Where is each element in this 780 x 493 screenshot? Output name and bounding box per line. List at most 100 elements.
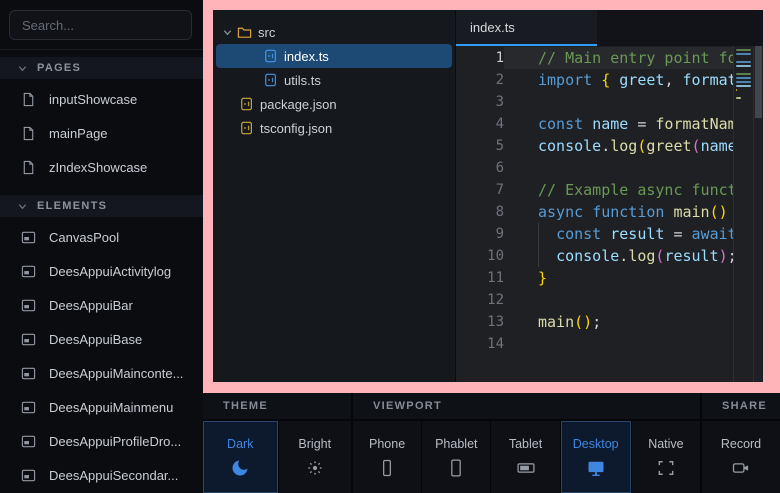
code-token: console xyxy=(556,247,619,265)
code-token xyxy=(583,115,592,133)
code-token: name xyxy=(701,137,733,155)
button-label: Phablet xyxy=(435,437,477,451)
toolbar-section-title: VIEWPORT xyxy=(353,393,700,419)
editor-body: 1// Main entry point for the app2import … xyxy=(456,46,763,382)
sidebar-item-deesappuimainconte[interactable]: DeesAppuiMainconte... xyxy=(0,356,203,390)
code-token: import xyxy=(538,71,592,89)
component-icon xyxy=(21,434,36,449)
native-button[interactable]: Native xyxy=(632,421,700,493)
desktop-icon xyxy=(586,458,606,478)
line-number: 9 xyxy=(456,223,504,245)
chevron-down-icon xyxy=(17,201,28,212)
sun-icon xyxy=(305,458,325,478)
moon-icon xyxy=(230,458,250,478)
demo-canvas: src index.tsutils.ts package.json tsconfig.… xyxy=(213,10,763,382)
record-icon xyxy=(731,458,751,478)
minimap-line xyxy=(736,65,751,67)
code-editor: index.ts 1// Main entry point for the ap… xyxy=(455,10,763,382)
button-label: Native xyxy=(648,437,683,451)
bright-button[interactable]: Bright xyxy=(279,421,352,493)
line-text: } xyxy=(504,267,733,289)
code-token: . xyxy=(601,137,610,155)
code-area[interactable]: 1// Main entry point for the app2import … xyxy=(456,46,733,382)
sidebar-item-label: CanvasPool xyxy=(49,230,119,245)
code-token: function xyxy=(592,203,664,221)
code-token: main xyxy=(673,203,709,221)
line-number: 12 xyxy=(456,289,504,311)
app-root: PAGES inputShowcasemainPagezIndexShowcase… xyxy=(0,0,780,493)
tab-index-ts[interactable]: index.ts xyxy=(456,10,597,46)
line-number: 14 xyxy=(456,333,504,355)
chevron-down-icon[interactable] xyxy=(222,27,233,38)
sidebar-item-deesappuiprofiledro[interactable]: DeesAppuiProfileDro... xyxy=(0,424,203,458)
sidebar-item-inputshowcase[interactable]: inputShowcase xyxy=(0,82,203,116)
search-input[interactable] xyxy=(9,10,192,40)
line-number: 13 xyxy=(456,311,504,333)
file-tree-item-utils-ts[interactable]: utils.ts xyxy=(216,68,452,92)
code-token: () xyxy=(574,313,592,331)
code-token: greet xyxy=(646,137,691,155)
line-text: const name = formatName('world'); xyxy=(504,113,733,135)
file-name: package.json xyxy=(260,97,337,112)
code-token xyxy=(728,203,733,221)
sidebar-item-deesappuimainmenu[interactable]: DeesAppuiMainmenu xyxy=(0,390,203,424)
code-token: ( xyxy=(692,137,701,155)
phone-button[interactable]: Phone xyxy=(353,421,421,493)
section-header-pages[interactable]: PAGES xyxy=(0,57,203,79)
sidebar-item-mainpage[interactable]: mainPage xyxy=(0,116,203,150)
tablet-button[interactable]: Tablet xyxy=(491,421,559,493)
line-number: 3 xyxy=(456,91,504,113)
line-text: console.log(greet(name)); xyxy=(504,135,733,157)
sidebar-item-deesappuibase[interactable]: DeesAppuiBase xyxy=(0,322,203,356)
desktop-button[interactable]: Desktop xyxy=(561,421,631,493)
code-line: 4const name = formatName('world'); xyxy=(456,113,733,135)
toolbar-section-theme: THEMEDarkBright xyxy=(203,393,351,493)
code-token: log xyxy=(610,137,637,155)
line-text xyxy=(504,157,733,179)
sidebar-item-deesappuiactivitylog[interactable]: DeesAppuiActivitylog xyxy=(0,254,203,288)
section-header-elements[interactable]: ELEMENTS xyxy=(0,195,203,217)
minimap[interactable] xyxy=(733,46,753,382)
code-token: await xyxy=(692,225,733,243)
dark-button[interactable]: Dark xyxy=(203,421,278,493)
code-token: , xyxy=(664,71,682,89)
line-number: 4 xyxy=(456,113,504,135)
code-token xyxy=(610,71,619,89)
component-icon xyxy=(21,298,36,313)
sidebar-item-deesappuibar[interactable]: DeesAppuiBar xyxy=(0,288,203,322)
code-token: { xyxy=(601,71,610,89)
code-line: 14 xyxy=(456,333,733,355)
phablet-button[interactable]: Phablet xyxy=(422,421,490,493)
sidebar-item-deesappuisecondar[interactable]: DeesAppuiSecondar... xyxy=(0,458,203,492)
code-token: } xyxy=(538,269,547,287)
component-icon xyxy=(21,332,36,347)
code-token xyxy=(592,71,601,89)
file-tree-item-package-json[interactable]: package.json xyxy=(216,92,452,116)
line-text: // Main entry point for the app xyxy=(504,47,733,69)
code-token xyxy=(538,247,556,265)
line-number: 6 xyxy=(456,157,504,179)
code-token: formatName xyxy=(683,71,734,89)
sidebar-item-canvaspool[interactable]: CanvasPool xyxy=(0,220,203,254)
file-tree-item-src[interactable]: src xyxy=(216,20,452,44)
ts-file-icon xyxy=(264,73,278,87)
line-number: 1 xyxy=(456,47,504,69)
sidebar-item-label: DeesAppuiActivitylog xyxy=(49,264,171,279)
scrollbar-thumb[interactable] xyxy=(755,46,762,118)
editor-scrollbar[interactable] xyxy=(753,46,763,382)
code-token xyxy=(583,203,592,221)
file-tree-item-index-ts[interactable]: index.ts xyxy=(216,44,452,68)
file-tree-item-tsconfig-json[interactable]: tsconfig.json xyxy=(216,116,452,140)
line-text: const result = await fetchData() xyxy=(504,223,733,245)
toolbar-section-title: THEME xyxy=(203,393,351,419)
sidebar-item-zindexshowcase[interactable]: zIndexShowcase xyxy=(0,150,203,184)
code-line: 10 console.log(result); xyxy=(456,245,733,267)
file-name: src xyxy=(258,25,275,40)
record-button[interactable]: Record xyxy=(702,421,780,493)
tablet-icon xyxy=(516,458,536,478)
json-file-icon xyxy=(240,97,254,111)
phablet-icon xyxy=(446,458,466,478)
code-token: ; xyxy=(592,313,601,331)
file-name: tsconfig.json xyxy=(260,121,332,136)
code-token: async xyxy=(538,203,583,221)
